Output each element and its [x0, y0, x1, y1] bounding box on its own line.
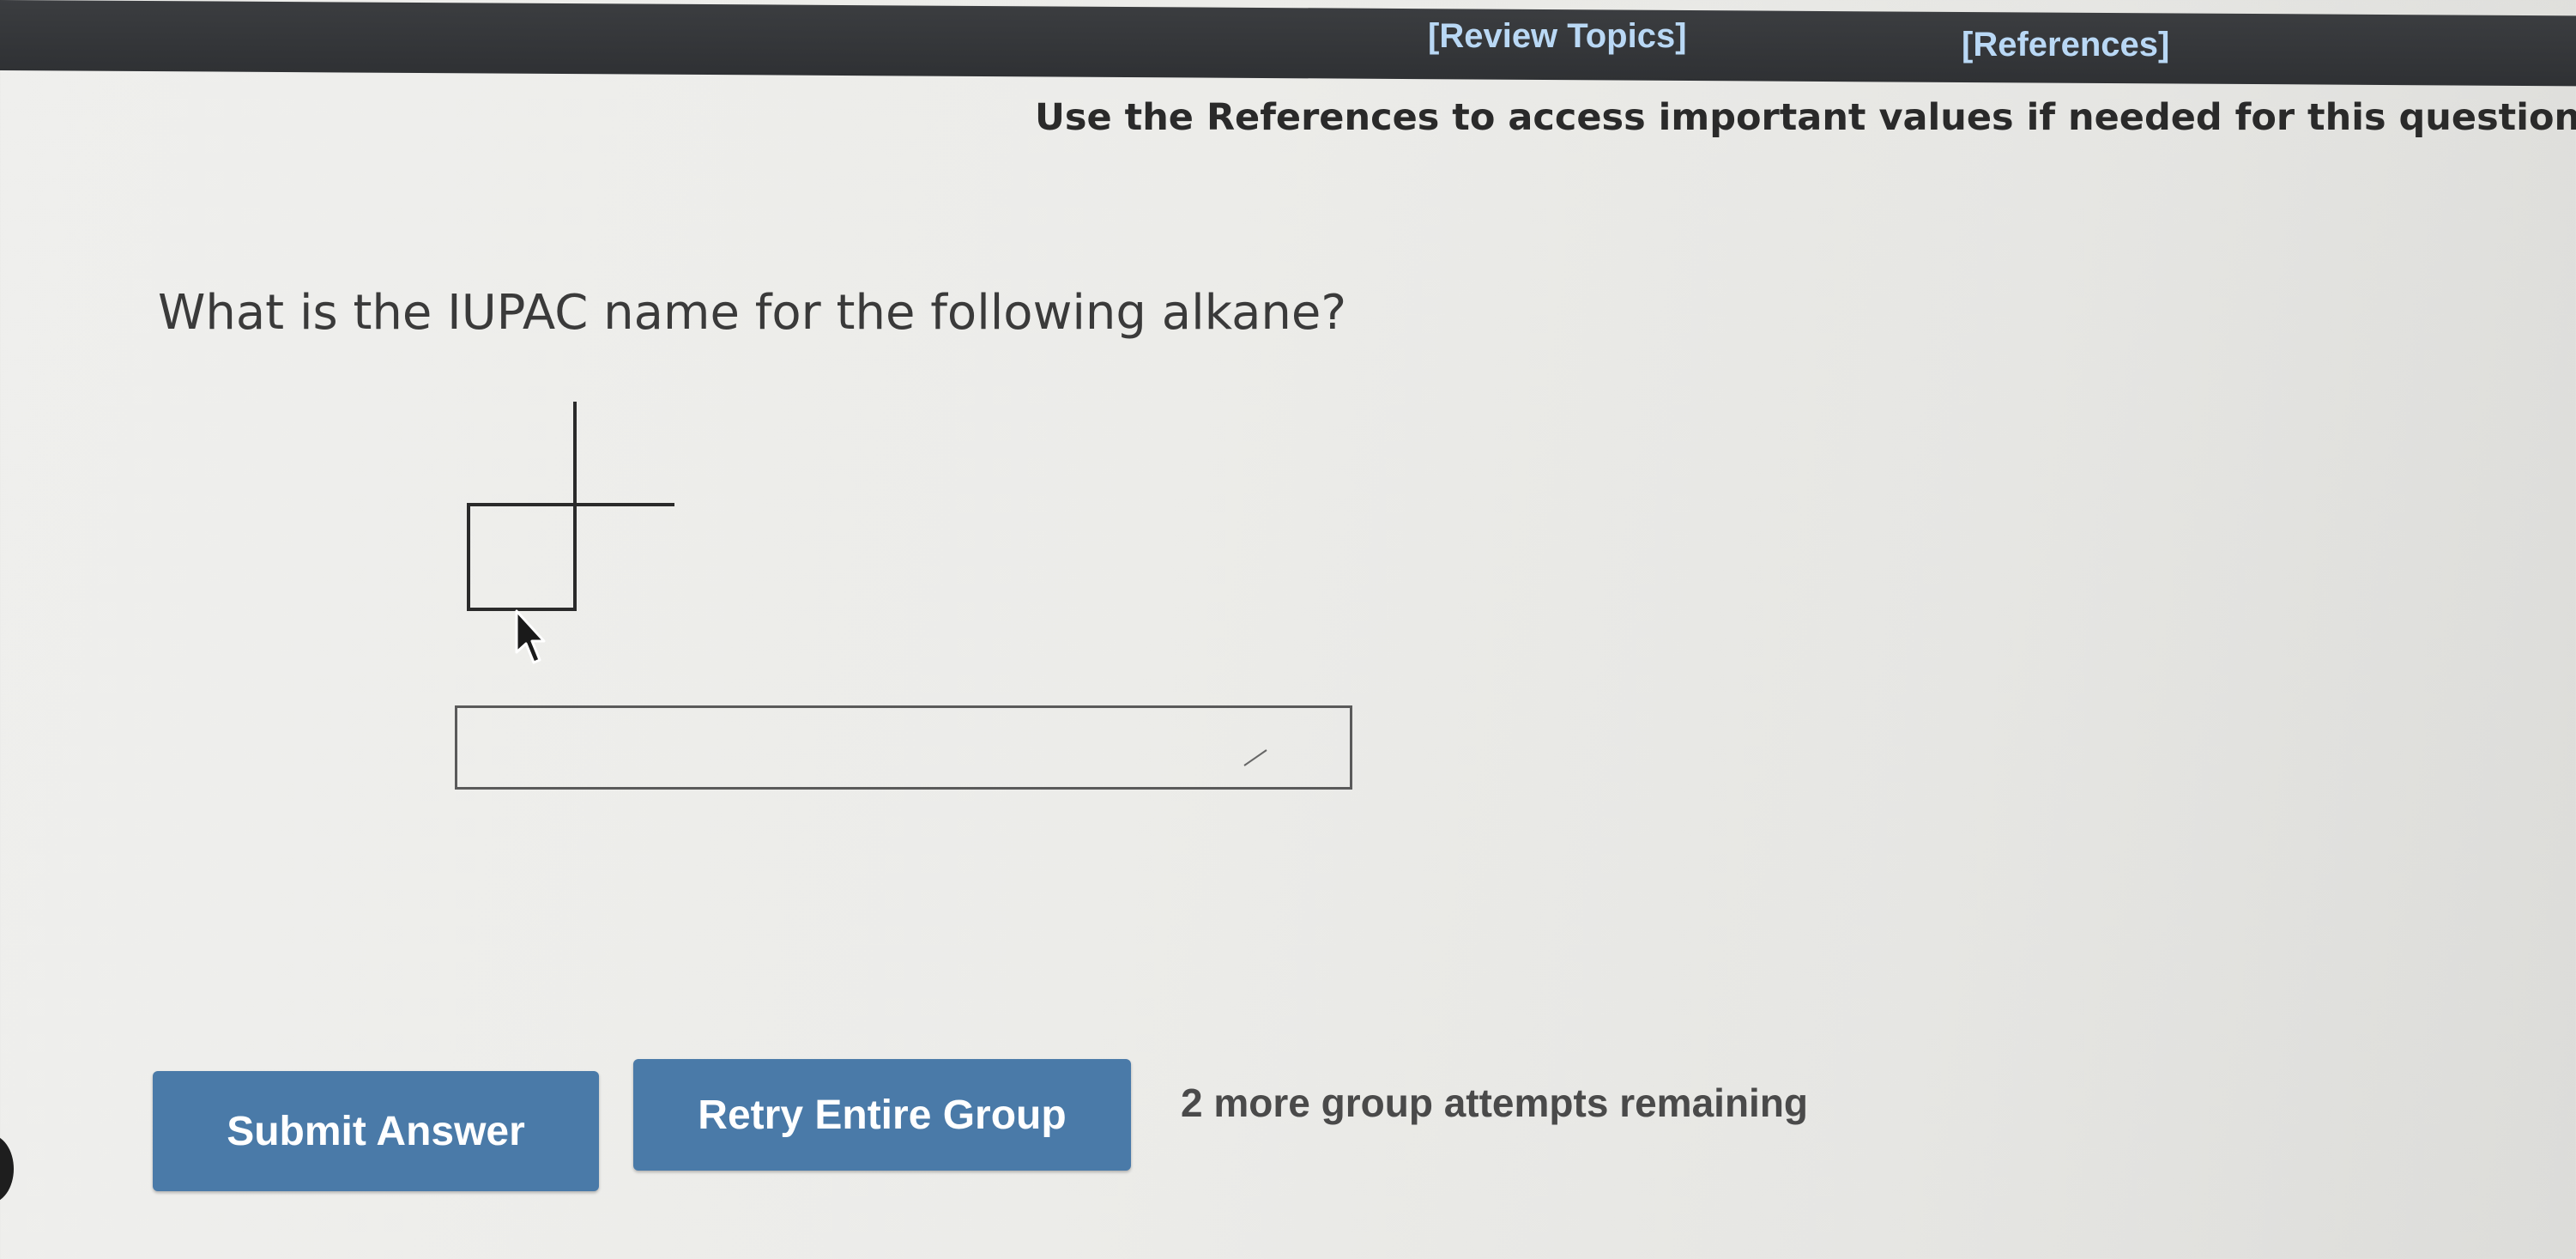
answer-input[interactable]	[455, 705, 1352, 790]
references-link[interactable]: [References]	[1962, 26, 2169, 64]
references-instruction: Use the References to access important v…	[1035, 96, 2576, 139]
edge-decoration	[0, 1135, 14, 1203]
alkane-structure-diagram	[467, 402, 674, 611]
question-text: What is the IUPAC name for the following…	[158, 285, 1347, 341]
top-nav-bar	[0, 0, 2576, 87]
mouse-cursor-icon	[515, 609, 546, 664]
retry-entire-group-button[interactable]: Retry Entire Group	[633, 1059, 1131, 1171]
submit-answer-button[interactable]: Submit Answer	[153, 1071, 599, 1191]
cyclobutane-ring	[467, 503, 577, 611]
review-topics-link[interactable]: [Review Topics]	[1428, 17, 1687, 56]
resize-handle-icon[interactable]	[1243, 748, 1268, 767]
attempts-remaining-text: 2 more group attempts remaining	[1181, 1080, 1809, 1125]
